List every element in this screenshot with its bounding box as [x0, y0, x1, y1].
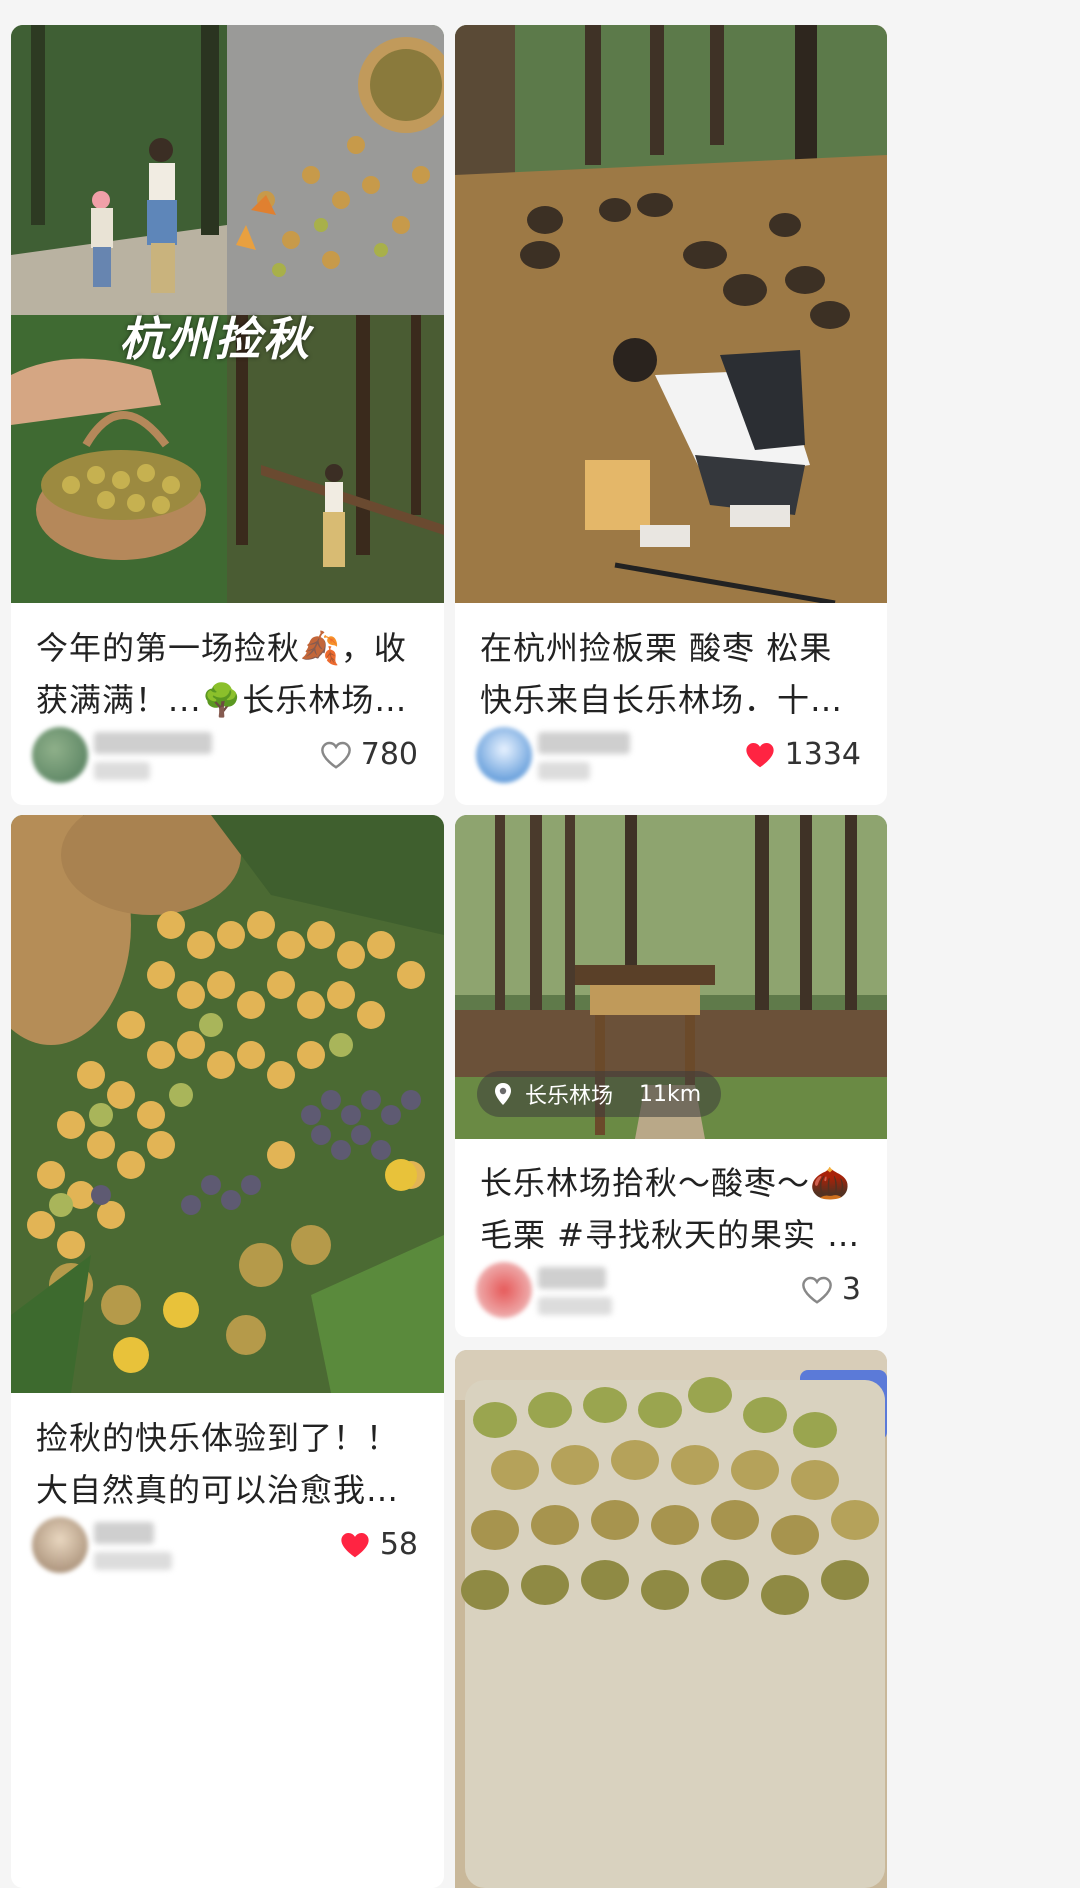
author-name-4[interactable] — [538, 1267, 606, 1289]
post-date-2 — [538, 762, 590, 780]
heart-filled-icon — [341, 1532, 369, 1557]
post-image-5[interactable] — [455, 1350, 887, 1888]
location-tag[interactable]: 长乐林场 11km — [477, 1071, 722, 1117]
heart-outline-icon — [320, 741, 351, 769]
post-card-5[interactable] — [455, 1350, 887, 1888]
post-date-1 — [94, 762, 150, 780]
heart-outline-icon — [802, 1276, 832, 1304]
like-button-3[interactable]: 58 — [338, 1527, 418, 1562]
post-title-2[interactable]: 在杭州捡板栗 酸枣 松果 快乐来自长乐林场．十一假期🍂 捡... — [480, 622, 867, 726]
avatar-3[interactable] — [32, 1517, 88, 1573]
post-date-4 — [538, 1297, 612, 1315]
like-count-2: 1334 — [784, 737, 861, 772]
post-date-3 — [94, 1552, 172, 1570]
location-pin-icon — [495, 1083, 511, 1105]
like-count-3: 58 — [379, 1527, 418, 1562]
post-image-3[interactable] — [11, 815, 444, 1393]
author-name-1[interactable] — [94, 732, 212, 754]
avatar-2[interactable] — [476, 727, 532, 783]
post-card-4[interactable]: 长乐林场 11km 长乐林场拾秋～酸枣～🌰毛栗 #寻找秋天的果实 #长乐林场..… — [455, 815, 887, 1337]
like-button-4[interactable]: 3 — [800, 1272, 861, 1307]
like-count-4: 3 — [841, 1272, 861, 1307]
like-count-1: 780 — [360, 737, 418, 772]
overlay-title: 杭州捡秋 — [119, 312, 311, 366]
heart-filled-icon — [746, 742, 774, 767]
author-name-2[interactable] — [538, 732, 630, 754]
post-image-2[interactable] — [455, 25, 887, 603]
location-name: 长乐林场 — [525, 1084, 614, 1109]
post-card-2[interactable]: 在杭州捡板栗 酸枣 松果 快乐来自长乐林场．十一假期🍂 捡... 1334 — [455, 25, 887, 805]
avatar-1[interactable] — [32, 727, 88, 783]
like-button-1[interactable]: 780 — [319, 737, 418, 772]
post-title-4[interactable]: 长乐林场拾秋～酸枣～🌰毛栗 #寻找秋天的果实 #长乐林场... — [480, 1157, 867, 1261]
post-title-3[interactable]: 捡秋的快乐体验到了！！ 大自然真的可以治愈我～ 在小红书... — [36, 1412, 424, 1516]
location-distance: 11km — [639, 1081, 702, 1107]
avatar-4[interactable] — [476, 1262, 532, 1318]
post-card-3[interactable]: 捡秋的快乐体验到了！！ 大自然真的可以治愈我～ 在小红书... 58 — [11, 815, 444, 1888]
post-title-1[interactable]: 今年的第一场捡秋🍂，收获满满！...🌳长乐林场🌳的南酸... — [36, 622, 424, 726]
author-name-3[interactable] — [94, 1522, 154, 1544]
post-card-1[interactable]: 杭州捡秋 今年的第一场捡秋🍂，收获满满！...🌳长乐林场🌳的南酸... 780 — [11, 25, 444, 805]
like-button-2[interactable]: 1334 — [743, 737, 861, 772]
